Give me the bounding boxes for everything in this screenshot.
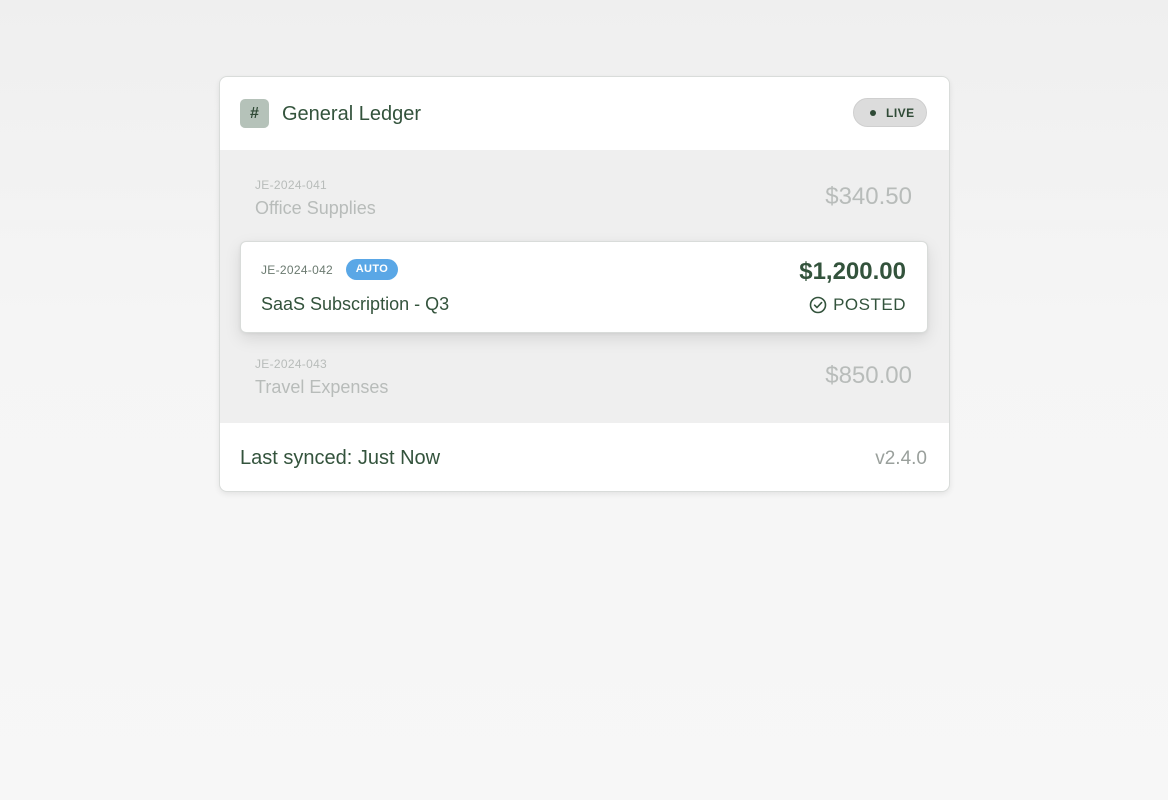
- hash-icon: #: [240, 99, 269, 128]
- page: # General Ledger LIVE JE-2024-041 Office…: [0, 0, 1168, 800]
- entry-row-043[interactable]: JE-2024-043 Travel Expenses $850.00: [220, 333, 949, 423]
- posted-status: POSTED: [809, 295, 906, 315]
- entry-id: JE-2024-043: [255, 357, 328, 371]
- check-circle-icon: [809, 296, 827, 314]
- live-status-label: LIVE: [886, 106, 915, 120]
- entry-id: JE-2024-041: [255, 178, 328, 192]
- last-synced-text: Last synced: Just Now: [240, 447, 441, 469]
- live-dot-icon: [870, 110, 876, 116]
- entry-description: Office Supplies: [255, 198, 376, 218]
- ledger-title: General Ledger: [282, 103, 421, 125]
- entry-id: JE-2024-042: [261, 263, 334, 277]
- posted-status-label: POSTED: [833, 295, 906, 314]
- entry-amount: $850.00: [825, 362, 912, 389]
- card-header: # General Ledger LIVE: [220, 77, 949, 150]
- entry-amount: $1,200.00: [799, 258, 906, 285]
- entry-row-042-selected[interactable]: JE-2024-042 AUTO SaaS Subscription - Q3 …: [240, 241, 928, 333]
- entry-amount: $340.50: [825, 183, 912, 210]
- card-footer: Last synced: Just Now v2.4.0: [220, 423, 949, 491]
- version-label: v2.4.0: [875, 448, 927, 469]
- entry-description: Travel Expenses: [255, 377, 389, 397]
- entry-row-041[interactable]: JE-2024-041 Office Supplies $340.50: [220, 150, 949, 240]
- live-status-badge: LIVE: [853, 98, 927, 127]
- entry-description: SaaS Subscription - Q3: [261, 294, 450, 314]
- auto-badge: AUTO: [346, 259, 398, 280]
- ledger-card: # General Ledger LIVE JE-2024-041 Office…: [219, 76, 950, 492]
